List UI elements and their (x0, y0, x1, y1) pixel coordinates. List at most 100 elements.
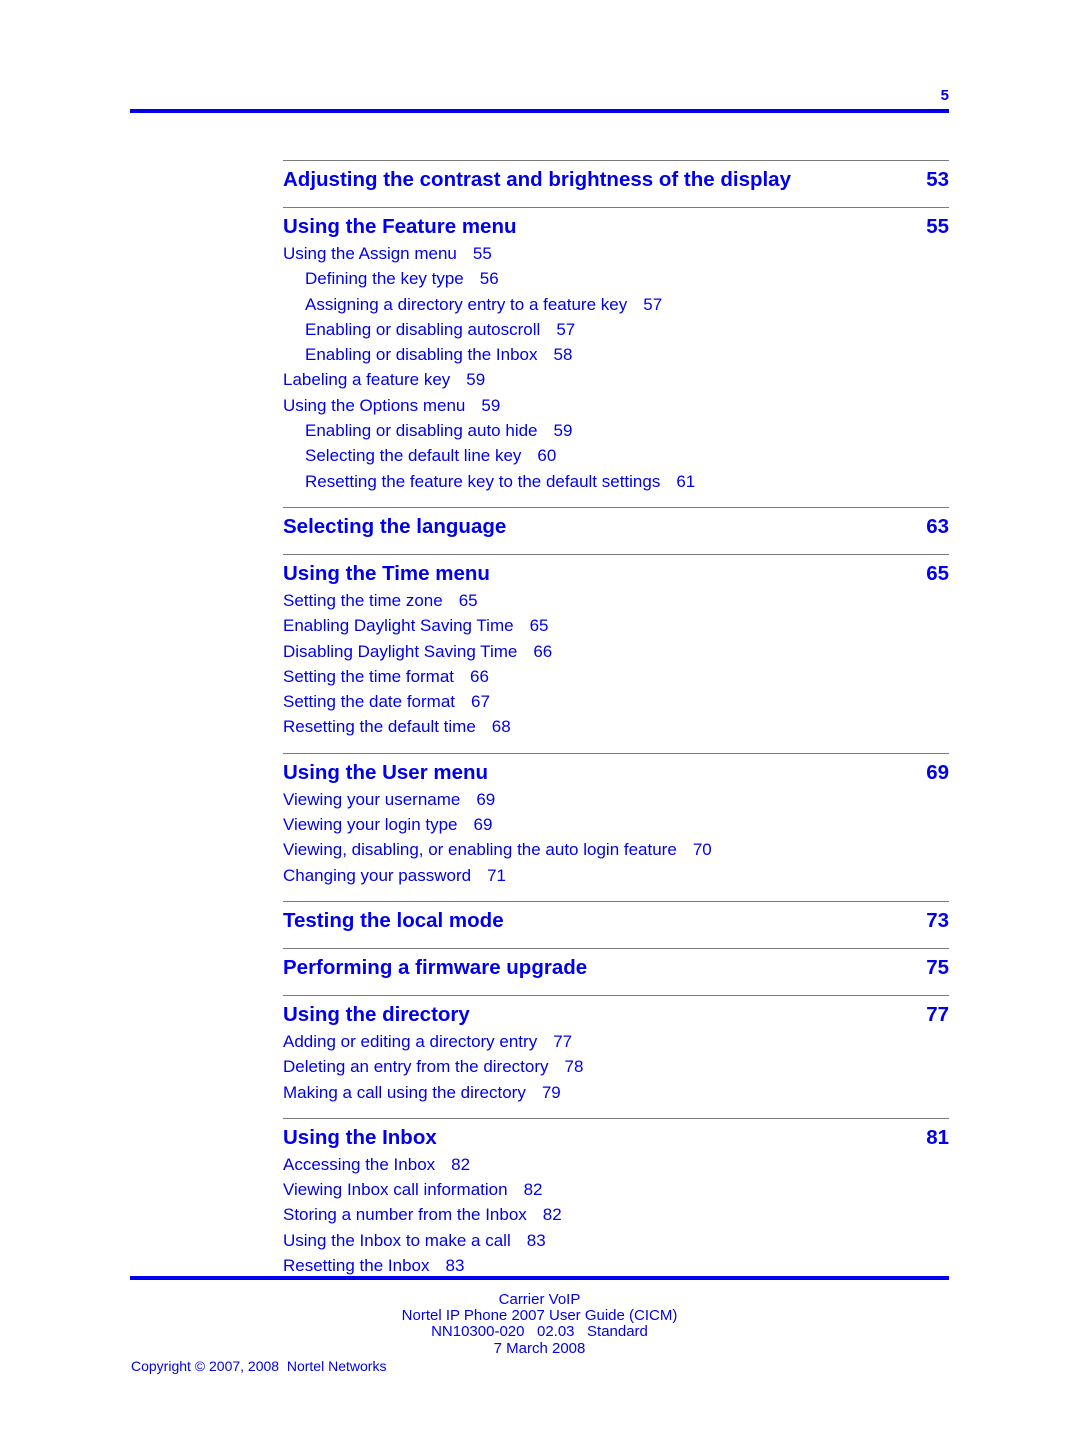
section-page-number[interactable]: 55 (926, 213, 949, 241)
section-title-link[interactable]: Adjusting the contrast and brightness of… (283, 166, 791, 194)
entry-title-link[interactable]: Accessing the Inbox (283, 1155, 435, 1174)
entry-title-link[interactable]: Storing a number from the Inbox (283, 1205, 527, 1224)
section-page-number[interactable]: 77 (926, 1001, 949, 1029)
toc-entry[interactable]: Setting the date format 67 (283, 689, 949, 714)
toc-entry[interactable]: Viewing your username 69 (283, 787, 949, 812)
toc-entry[interactable]: Disabling Daylight Saving Time 66 (283, 639, 949, 664)
toc-entry[interactable]: Using the Options menu 59 (283, 393, 949, 418)
entry-title-link[interactable]: Resetting the Inbox (283, 1256, 429, 1275)
entry-title-link[interactable]: Setting the time format (283, 667, 454, 686)
toc-entry[interactable]: Using the Inbox to make a call 83 (283, 1228, 949, 1253)
toc-entry[interactable]: Labeling a feature key 59 (283, 367, 949, 392)
entry-page-number[interactable]: 59 (554, 421, 573, 440)
toc-entry[interactable]: Enabling Daylight Saving Time 65 (283, 613, 949, 638)
toc-entry[interactable]: Setting the time zone 65 (283, 588, 949, 613)
entry-title-link[interactable]: Assigning a directory entry to a feature… (305, 295, 627, 314)
entry-page-number[interactable]: 71 (487, 866, 506, 885)
section-title-link[interactable]: Using the Inbox (283, 1124, 437, 1152)
entry-page-number[interactable]: 61 (676, 472, 695, 491)
entry-title-link[interactable]: Changing your password (283, 866, 471, 885)
toc-entry[interactable]: Viewing Inbox call information 82 (283, 1177, 949, 1202)
section-title-link[interactable]: Selecting the language (283, 513, 506, 541)
toc-section-heading[interactable]: Using the Inbox 81 (283, 1124, 949, 1152)
entry-title-link[interactable]: Disabling Daylight Saving Time (283, 642, 517, 661)
entry-title-link[interactable]: Viewing your username (283, 790, 460, 809)
section-page-number[interactable]: 73 (926, 907, 949, 935)
entry-page-number[interactable]: 82 (524, 1180, 543, 1199)
entry-page-number[interactable]: 69 (474, 815, 493, 834)
toc-entry[interactable]: Resetting the feature key to the default… (283, 469, 949, 494)
entry-page-number[interactable]: 82 (543, 1205, 562, 1224)
entry-title-link[interactable]: Enabling or disabling auto hide (305, 421, 538, 440)
entry-title-link[interactable]: Adding or editing a directory entry (283, 1032, 537, 1051)
entry-page-number[interactable]: 68 (492, 717, 511, 736)
entry-page-number[interactable]: 55 (473, 244, 492, 263)
entry-title-link[interactable]: Resetting the default time (283, 717, 476, 736)
entry-title-link[interactable]: Using the Assign menu (283, 244, 457, 263)
entry-page-number[interactable]: 70 (693, 840, 712, 859)
toc-entry[interactable]: Enabling or disabling auto hide 59 (283, 418, 949, 443)
toc-entry[interactable]: Viewing, disabling, or enabling the auto… (283, 837, 949, 862)
entry-title-link[interactable]: Using the Options menu (283, 396, 465, 415)
toc-entry[interactable]: Viewing your login type 69 (283, 812, 949, 837)
toc-section-heading[interactable]: Testing the local mode 73 (283, 907, 949, 935)
toc-entry[interactable]: Defining the key type 56 (283, 266, 949, 291)
entry-page-number[interactable]: 59 (481, 396, 500, 415)
toc-entry[interactable]: Adding or editing a directory entry 77 (283, 1029, 949, 1054)
entry-title-link[interactable]: Resetting the feature key to the default… (305, 472, 660, 491)
entry-title-link[interactable]: Defining the key type (305, 269, 464, 288)
section-title-link[interactable]: Using the User menu (283, 759, 488, 787)
toc-section-heading[interactable]: Selecting the language 63 (283, 513, 949, 541)
entry-page-number[interactable]: 66 (533, 642, 552, 661)
entry-page-number[interactable]: 56 (480, 269, 499, 288)
entry-title-link[interactable]: Selecting the default line key (305, 446, 521, 465)
section-page-number[interactable]: 65 (926, 560, 949, 588)
entry-title-link[interactable]: Deleting an entry from the directory (283, 1057, 549, 1076)
toc-section-heading[interactable]: Performing a firmware upgrade 75 (283, 954, 949, 982)
entry-page-number[interactable]: 79 (542, 1083, 561, 1102)
toc-entry[interactable]: Making a call using the directory 79 (283, 1080, 949, 1105)
section-title-link[interactable]: Using the Feature menu (283, 213, 517, 241)
entry-title-link[interactable]: Enabling or disabling autoscroll (305, 320, 540, 339)
entry-title-link[interactable]: Viewing your login type (283, 815, 458, 834)
toc-entry[interactable]: Changing your password 71 (283, 863, 949, 888)
toc-entry[interactable]: Resetting the Inbox 83 (283, 1253, 949, 1278)
section-page-number[interactable]: 63 (926, 513, 949, 541)
toc-entry[interactable]: Storing a number from the Inbox 82 (283, 1202, 949, 1227)
entry-title-link[interactable]: Enabling or disabling the Inbox (305, 345, 538, 364)
entry-page-number[interactable]: 66 (470, 667, 489, 686)
entry-page-number[interactable]: 83 (445, 1256, 464, 1275)
entry-title-link[interactable]: Making a call using the directory (283, 1083, 526, 1102)
section-title-link[interactable]: Performing a firmware upgrade (283, 954, 587, 982)
section-page-number[interactable]: 69 (926, 759, 949, 787)
entry-page-number[interactable]: 65 (459, 591, 478, 610)
toc-entry[interactable]: Using the Assign menu 55 (283, 241, 949, 266)
toc-section-heading[interactable]: Using the directory 77 (283, 1001, 949, 1029)
entry-title-link[interactable]: Setting the time zone (283, 591, 443, 610)
entry-page-number[interactable]: 77 (553, 1032, 572, 1051)
entry-page-number[interactable]: 78 (565, 1057, 584, 1076)
toc-section-heading[interactable]: Using the User menu 69 (283, 759, 949, 787)
entry-page-number[interactable]: 82 (451, 1155, 470, 1174)
toc-section-heading[interactable]: Using the Time menu 65 (283, 560, 949, 588)
entry-title-link[interactable]: Setting the date format (283, 692, 455, 711)
entry-page-number[interactable]: 83 (527, 1231, 546, 1250)
entry-page-number[interactable]: 57 (556, 320, 575, 339)
entry-title-link[interactable]: Using the Inbox to make a call (283, 1231, 511, 1250)
toc-section-heading[interactable]: Using the Feature menu 55 (283, 213, 949, 241)
toc-entry[interactable]: Resetting the default time 68 (283, 714, 949, 739)
toc-entry[interactable]: Accessing the Inbox 82 (283, 1152, 949, 1177)
section-page-number[interactable]: 75 (926, 954, 949, 982)
toc-entry[interactable]: Enabling or disabling autoscroll 57 (283, 317, 949, 342)
section-page-number[interactable]: 81 (926, 1124, 949, 1152)
entry-title-link[interactable]: Viewing Inbox call information (283, 1180, 508, 1199)
entry-page-number[interactable]: 67 (471, 692, 490, 711)
toc-entry[interactable]: Assigning a directory entry to a feature… (283, 292, 949, 317)
toc-entry[interactable]: Setting the time format 66 (283, 664, 949, 689)
toc-entry[interactable]: Selecting the default line key 60 (283, 443, 949, 468)
entry-page-number[interactable]: 59 (466, 370, 485, 389)
section-title-link[interactable]: Using the Time menu (283, 560, 490, 588)
entry-title-link[interactable]: Enabling Daylight Saving Time (283, 616, 514, 635)
toc-section-heading[interactable]: Adjusting the contrast and brightness of… (283, 166, 949, 194)
toc-entry[interactable]: Deleting an entry from the directory 78 (283, 1054, 949, 1079)
